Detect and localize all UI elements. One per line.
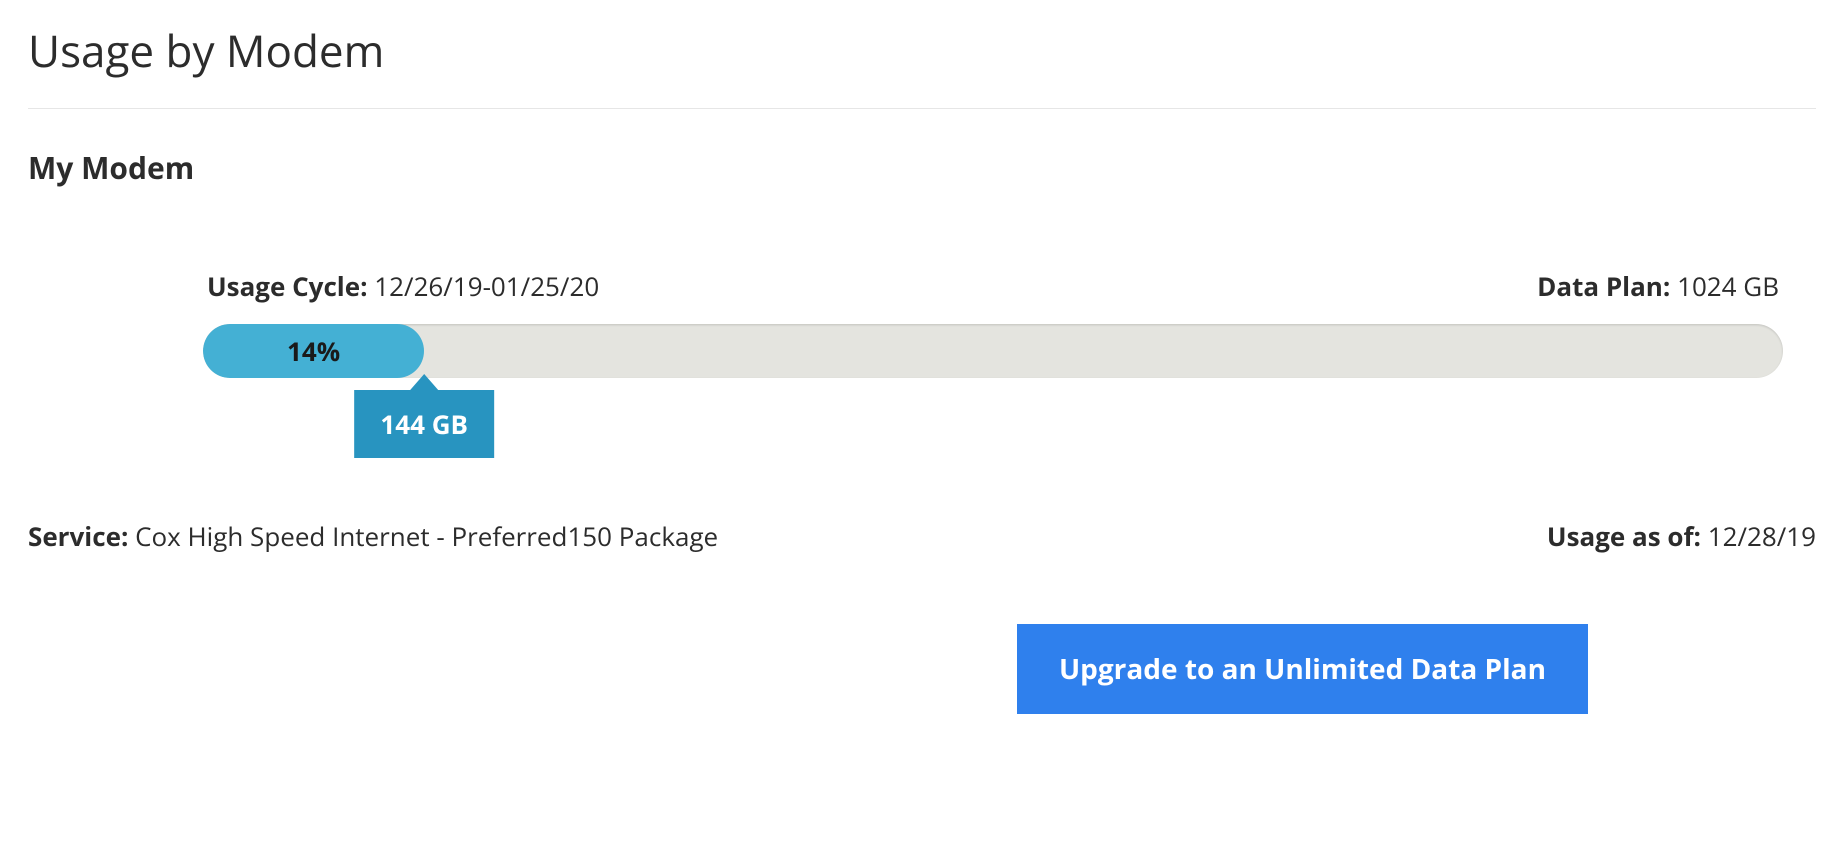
usage-tooltip: 144 GB (354, 390, 494, 458)
usage-labels-row: Usage Cycle: 12/26/19-01/25/20 Data Plan… (203, 268, 1783, 304)
usage-cycle-value: 12/26/19-01/25/20 (374, 268, 599, 304)
section-divider (28, 108, 1816, 109)
modem-name-heading: My Modem (28, 147, 1816, 188)
page-title: Usage by Modem (28, 20, 1816, 80)
data-plan-value: 1024 GB (1677, 268, 1779, 304)
usage-asof-label: Usage as of: (1547, 518, 1701, 554)
service-value: Cox High Speed Internet - Preferred150 P… (135, 518, 718, 554)
progress-fill: 14% (203, 324, 424, 378)
progress-track: 14% (203, 324, 1783, 378)
cta-row: Upgrade to an Unlimited Data Plan (28, 624, 1816, 714)
service-info-row: Service: Cox High Speed Internet - Prefe… (28, 518, 1816, 554)
service-label: Service: (28, 518, 128, 554)
progress-percent-text: 14% (287, 333, 340, 369)
usage-block: Usage Cycle: 12/26/19-01/25/20 Data Plan… (203, 268, 1783, 378)
usage-used-text: 144 GB (380, 406, 468, 442)
usage-cycle-label: Usage Cycle: (207, 268, 368, 304)
data-plan-label: Data Plan: (1537, 268, 1670, 304)
data-plan-group: Data Plan: 1024 GB (1537, 268, 1779, 304)
usage-cycle-group: Usage Cycle: 12/26/19-01/25/20 (207, 268, 599, 304)
upgrade-plan-button[interactable]: Upgrade to an Unlimited Data Plan (1017, 624, 1588, 714)
usage-asof-value: 12/28/19 (1708, 518, 1816, 554)
usage-progress: 14% 144 GB (203, 324, 1783, 378)
service-group: Service: Cox High Speed Internet - Prefe… (28, 518, 718, 554)
usage-asof-group: Usage as of: 12/28/19 (1547, 518, 1816, 554)
